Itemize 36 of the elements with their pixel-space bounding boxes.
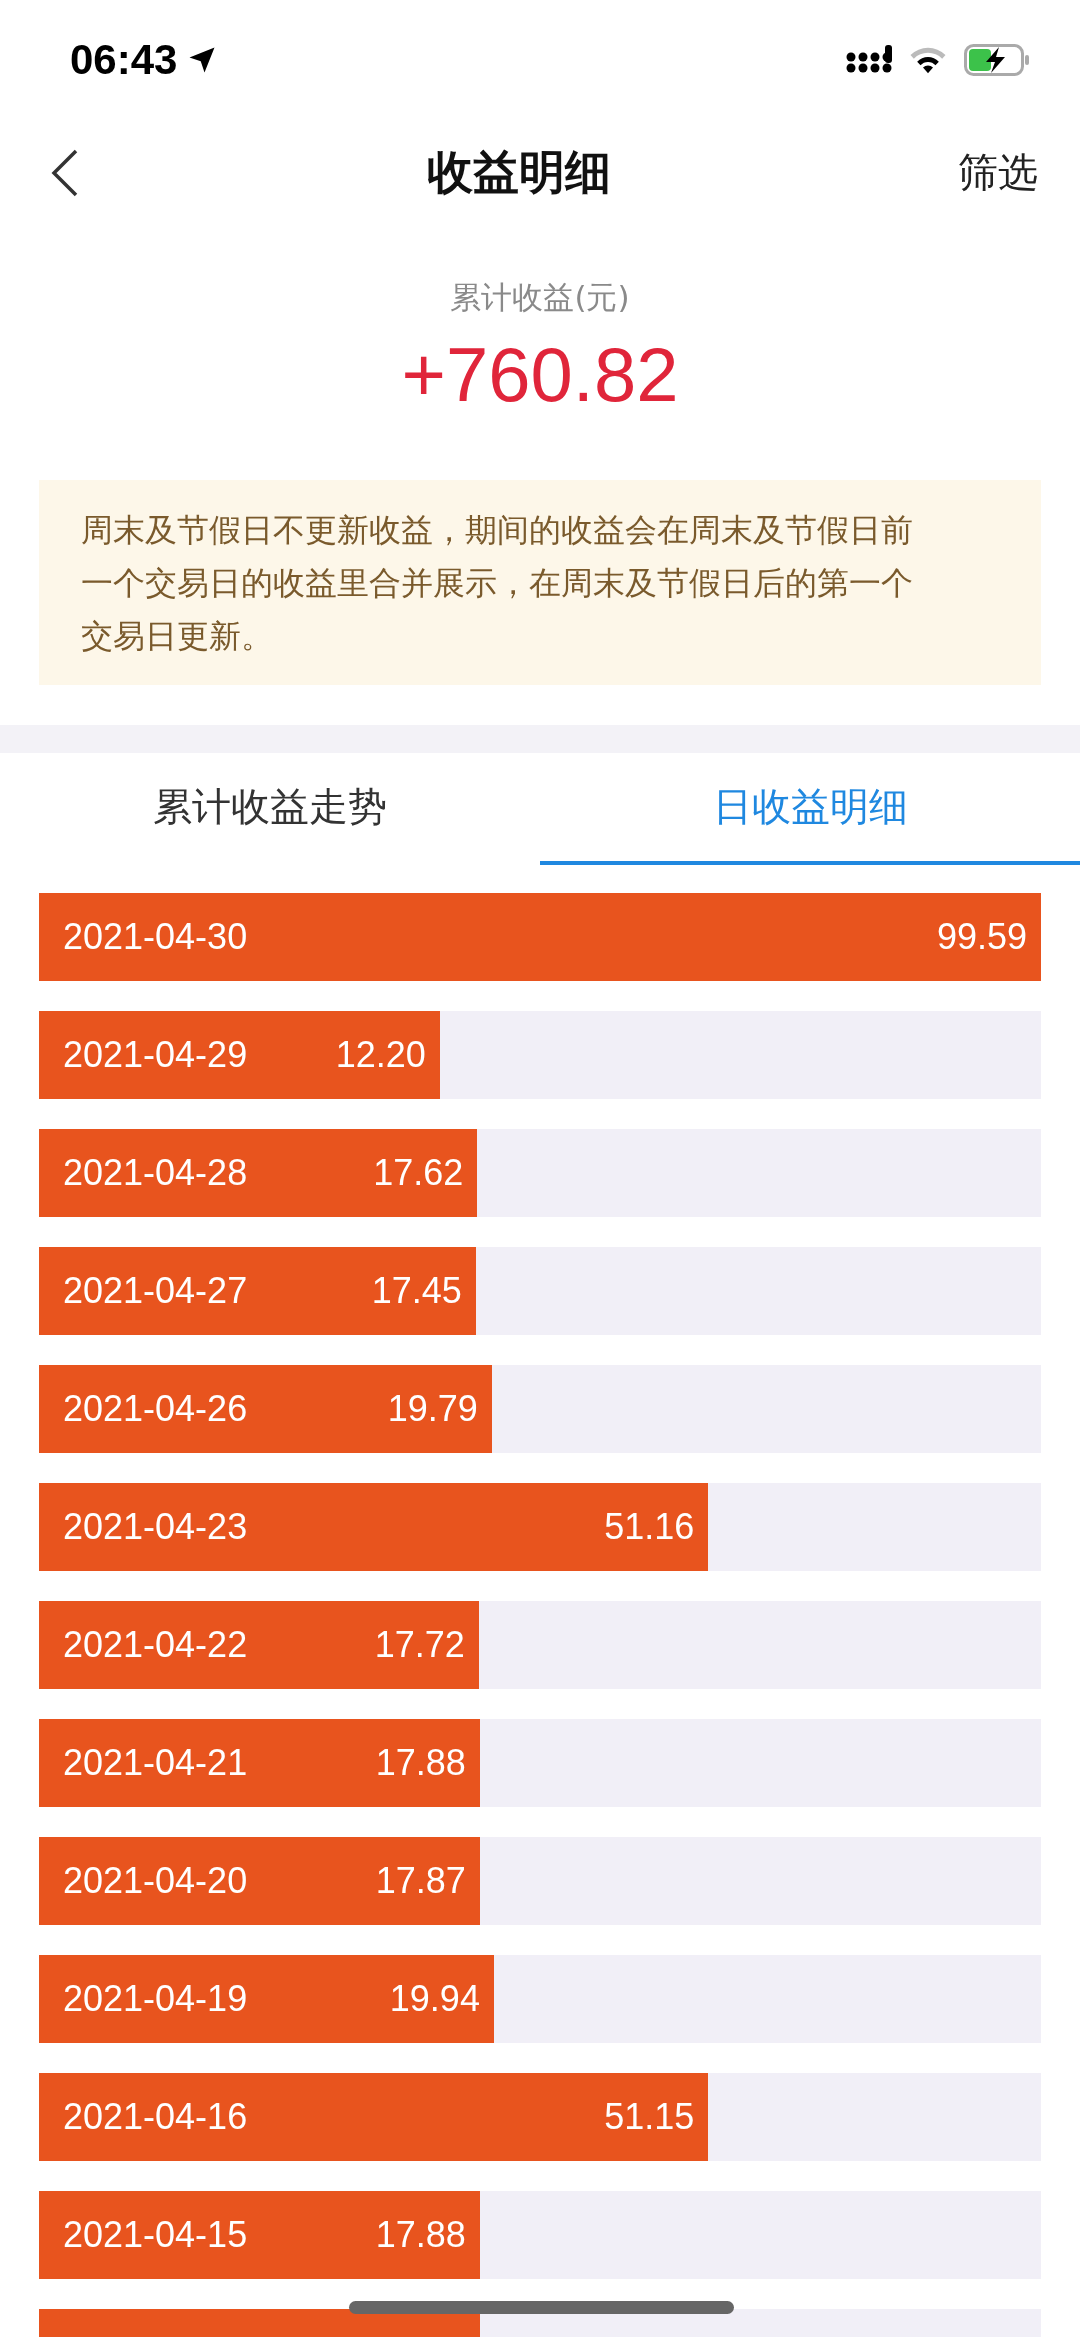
total-earnings-amount: +760.82 xyxy=(401,331,679,418)
date-label: 2021-04-19 xyxy=(63,1978,248,2020)
page-title: 收益明细 xyxy=(427,143,611,201)
earnings-value: 17.62 xyxy=(373,1152,464,1194)
date-label: 2021-04-27 xyxy=(63,1270,248,1312)
date-label: 2021-04-23 xyxy=(63,1506,248,1548)
tab[interactable]: 累计收益走势 xyxy=(0,753,540,865)
earnings-value: 17.88 xyxy=(375,2214,466,2256)
date-label: 2021-04-26 xyxy=(63,1388,248,1430)
total-earnings-label: 累计收益(元) xyxy=(450,278,630,317)
earnings-value: 99.59 xyxy=(936,916,1027,958)
date-label: 2021-04-29 xyxy=(63,1034,248,1076)
earnings-value: 51.16 xyxy=(604,1506,695,1548)
earnings-value: 19.94 xyxy=(389,1978,480,2020)
date-label: 2021-04-30 xyxy=(63,916,248,958)
filter-link[interactable]: 筛选 xyxy=(958,145,1038,200)
earnings-value: 17.87 xyxy=(375,1860,466,1902)
earnings-value: 19.79 xyxy=(387,1388,478,1430)
signal-icon xyxy=(846,45,892,75)
date-label: 2021-04-20 xyxy=(63,1860,248,1902)
earnings-value: 12.20 xyxy=(335,1034,426,1076)
earnings-value: 17.72 xyxy=(374,1624,465,1666)
status-time: 06:43 xyxy=(70,36,178,84)
date-label: 2021-04-16 xyxy=(63,2096,248,2138)
date-label: 2021-04-22 xyxy=(63,1624,248,1666)
tab[interactable]: 日收益明细 xyxy=(540,753,1080,865)
date-label: 2021-04-28 xyxy=(63,1152,248,1194)
battery-charging-icon xyxy=(964,44,1030,76)
date-label: 2021-04-15 xyxy=(63,2214,248,2256)
date-label: 2021-04-21 xyxy=(63,1742,248,1784)
wifi-icon xyxy=(908,45,948,75)
back-icon[interactable] xyxy=(50,147,80,198)
earnings-value: 17.88 xyxy=(375,1742,466,1784)
earnings-value: 51.15 xyxy=(604,2096,695,2138)
earnings-value: 17.45 xyxy=(371,1270,462,1312)
notice-text: 周末及节假日不更新收益，期间的收益会在周末及节假日前一个交易日的收益里合并展示，在周末及节假日后的第一个交易日更新。 xyxy=(39,480,1041,685)
